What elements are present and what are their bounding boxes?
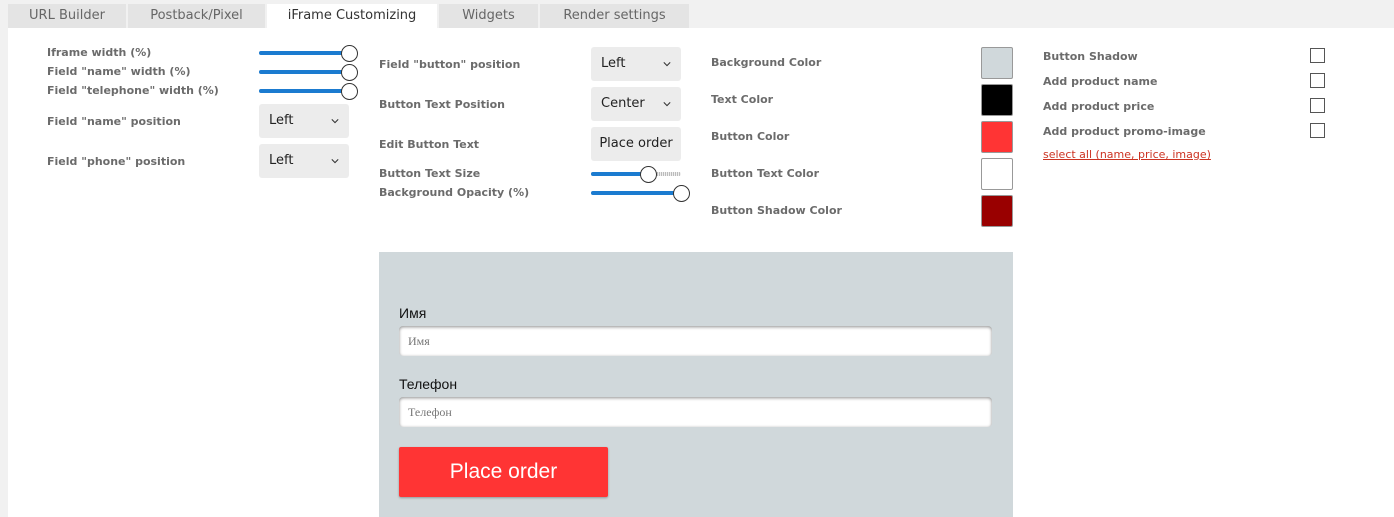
add-product-price-label: Add product price bbox=[1043, 100, 1155, 113]
button-shadow-color-label: Button Shadow Color bbox=[711, 204, 842, 217]
tab-bar: URL Builder Postback/Pixel iFrame Custom… bbox=[8, 4, 691, 29]
slider-thumb[interactable] bbox=[341, 83, 358, 100]
phone-input[interactable]: Телефон bbox=[399, 397, 992, 427]
slider-thumb[interactable] bbox=[639, 166, 657, 183]
tab-iframe-customizing[interactable]: iFrame Customizing bbox=[267, 4, 437, 29]
button-color-label: Button Color bbox=[711, 130, 790, 143]
select-value: Left bbox=[269, 113, 294, 128]
chevron-down-icon bbox=[663, 62, 671, 67]
add-product-promo-checkbox[interactable] bbox=[1310, 123, 1325, 138]
button-shadow-color-swatch[interactable] bbox=[981, 195, 1013, 227]
chevron-down-icon bbox=[331, 159, 339, 164]
tab-render-settings[interactable]: Render settings bbox=[540, 4, 689, 28]
text-color-swatch[interactable] bbox=[981, 84, 1013, 116]
tab-widgets[interactable]: Widgets bbox=[439, 4, 538, 28]
background-opacity-label: Background Opacity (%) bbox=[379, 186, 530, 199]
background-color-label: Background Color bbox=[711, 56, 822, 69]
button-text-input[interactable]: Place order bbox=[591, 127, 681, 161]
chevron-down-icon bbox=[663, 102, 671, 107]
select-value: Center bbox=[601, 96, 645, 111]
button-shadow-label: Button Shadow bbox=[1043, 50, 1138, 63]
slider-fill bbox=[259, 51, 349, 55]
name-width-slider[interactable] bbox=[259, 64, 358, 81]
phone-field-label: Телефон bbox=[399, 376, 458, 392]
telephone-width-label: Field "telephone" width (%) bbox=[47, 84, 219, 97]
add-product-name-checkbox[interactable] bbox=[1310, 73, 1325, 88]
background-color-swatch[interactable] bbox=[981, 47, 1013, 79]
background-opacity-slider[interactable] bbox=[591, 185, 690, 202]
add-product-promo-label: Add product promo-image bbox=[1043, 125, 1206, 138]
add-product-name-label: Add product name bbox=[1043, 75, 1158, 88]
name-width-label: Field "name" width (%) bbox=[47, 65, 191, 78]
text-color-label: Text Color bbox=[711, 93, 774, 106]
slider-thumb[interactable] bbox=[341, 45, 358, 62]
name-position-select[interactable]: Left bbox=[259, 104, 349, 138]
slider-fill bbox=[591, 191, 681, 195]
select-all-link[interactable]: select all (name, price, image) bbox=[1043, 148, 1211, 161]
iframe-customizing-panel: Iframe width (%) Field "name" width (%) … bbox=[8, 28, 1394, 517]
place-order-button[interactable]: Place order bbox=[399, 447, 608, 497]
add-product-price-checkbox[interactable] bbox=[1310, 98, 1325, 113]
iframe-preview: Имя Имя Телефон Телефон Place order bbox=[379, 252, 1013, 517]
button-text-position-label: Button Text Position bbox=[379, 98, 505, 111]
edit-button-text-label: Edit Button Text bbox=[379, 138, 480, 151]
button-text-size-label: Button Text Size bbox=[379, 167, 481, 180]
tab-postback-pixel[interactable]: Postback/Pixel bbox=[128, 4, 265, 28]
phone-position-select[interactable]: Left bbox=[259, 144, 349, 178]
button-text-color-swatch[interactable] bbox=[981, 158, 1013, 190]
button-color-swatch[interactable] bbox=[981, 121, 1013, 153]
slider-thumb[interactable] bbox=[341, 64, 358, 81]
slider-fill bbox=[259, 89, 349, 93]
iframe-width-slider[interactable] bbox=[259, 45, 358, 62]
select-value: Left bbox=[269, 153, 294, 168]
select-value: Left bbox=[601, 56, 626, 71]
button-text-color-label: Button Text Color bbox=[711, 167, 820, 180]
name-field-label: Имя bbox=[399, 305, 427, 321]
iframe-width-label: Iframe width (%) bbox=[47, 46, 152, 59]
button-position-select[interactable]: Left bbox=[591, 47, 681, 81]
name-input[interactable]: Имя bbox=[399, 326, 992, 356]
button-position-label: Field "button" position bbox=[379, 58, 521, 71]
chevron-down-icon bbox=[331, 119, 339, 124]
button-text-position-select[interactable]: Center bbox=[591, 87, 681, 121]
slider-fill bbox=[259, 70, 349, 74]
name-position-label: Field "name" position bbox=[47, 115, 181, 128]
button-text-size-slider[interactable] bbox=[591, 166, 681, 183]
phone-position-label: Field "phone" position bbox=[47, 155, 186, 168]
button-shadow-checkbox[interactable] bbox=[1310, 48, 1325, 63]
slider-thumb[interactable] bbox=[673, 185, 690, 202]
telephone-width-slider[interactable] bbox=[259, 83, 358, 100]
tab-url-builder[interactable]: URL Builder bbox=[8, 4, 126, 28]
